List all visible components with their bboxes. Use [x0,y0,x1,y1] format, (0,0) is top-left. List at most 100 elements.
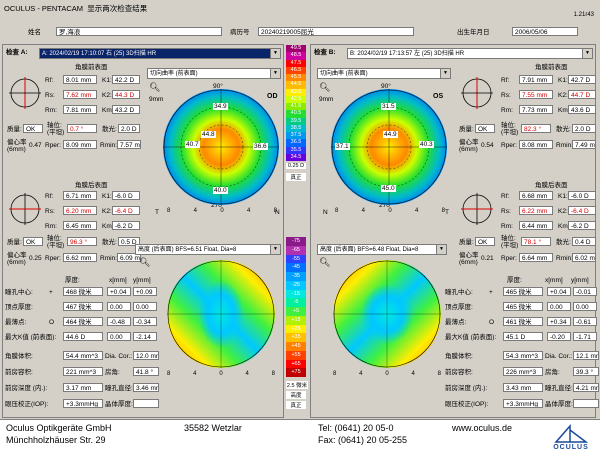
zoom-icon[interactable]: 🔍︎ [139,257,150,268]
app-title-text: OCULUS - PENTACAM [4,4,84,13]
quality-value: OK [475,124,495,133]
quality-value: OK [475,237,495,246]
front-title: 角膜前表面 [535,64,568,71]
stat-value-2: 39.3 ° [573,367,599,376]
chevron-down-icon[interactable]: ▼ [440,69,450,78]
zoom-icon[interactable]: 🔍︎ [149,82,160,93]
stat-label-2: 瞳孔直径: [105,385,133,392]
row-y: +0.09 [133,287,157,296]
k1-value: -6.0 D [112,191,140,200]
stat-value: 54.4 mm^3 [63,351,103,360]
exam-b-select[interactable]: B: 2024/02/19 17:13:57 左 (25) 3D扫描 HR ▼ [347,48,593,59]
axis-label-2: (平坦) [501,129,519,136]
stat-value: 3.43 mm [503,383,543,392]
map1-select[interactable]: 切向曲率 (前表面) ▼ [317,68,451,79]
exam-a-select[interactable]: A: 2024/02/19 17:10:07 右 (25) 3D扫描 HR ▼ [39,48,281,59]
scale-step: -75 [286,237,306,246]
stat-label: 角膜体积: [5,353,33,360]
stat-label: 角膜体积: [445,353,473,360]
scale-step: 37.5 [286,132,306,140]
exam-b-label: 检查 B: [314,49,336,56]
scale-step: +5 [286,307,306,316]
row-symbol: O [49,319,55,326]
id-field[interactable]: 20240219005屈光 [258,27,414,36]
row-y: -0.61 [573,317,597,326]
rper-label: Rper: [501,142,517,149]
row-x: +0.04 [107,287,131,296]
chevron-down-icon[interactable]: ▼ [582,49,592,58]
stat-label-2: Dia. Cor.: [545,353,573,360]
dob-field[interactable]: 2006/05/06 [512,27,578,36]
quality-label: 质量: [7,239,22,246]
rmin-value: 7.57 mm [117,140,141,149]
name-label: 姓名 [28,29,41,36]
quality-label: 质量: [459,239,474,246]
stat-value-2 [133,399,159,408]
scale-step: -15 [286,289,306,299]
map2-select[interactable]: 高度 (后表面) BFS=6.51 Float, Dia=8 ▼ [135,244,281,255]
rm-label: Rm: [501,223,513,230]
axis-value: 78.1 ° [521,237,551,246]
k2-label: K2: [558,92,568,99]
rper-value: 6.64 mm [519,253,553,262]
scale-step: -5 [286,298,306,307]
row-label: 最薄点: [5,319,27,326]
chevron-down-icon[interactable]: ▼ [270,245,280,254]
stat-value-2: 3.46 mm [133,383,159,392]
table-header-y: y[mm] [571,277,589,284]
stat-label-2: 房角: [545,369,560,376]
axis-label-2: (平坦) [47,129,65,136]
scale-step: -55 [286,254,306,264]
rs-label: Rs: [501,208,511,215]
scale-step: 43.5 [286,88,306,96]
zoom-icon[interactable]: 🔍︎ [319,82,330,93]
stat-value-2: 12.0 mm [133,351,159,360]
row-symbol: O [489,319,495,326]
back-title: 角膜后表面 [535,182,568,189]
app-title: OCULUS - PENTACAM 显示两次检查结果 [4,3,147,14]
scale-step: 36.5 [286,139,306,147]
rs-label: Rs: [45,208,55,215]
table-header-thick: 厚度: [507,277,522,284]
chevron-down-icon[interactable]: ▼ [270,69,280,78]
chevron-down-icon[interactable]: ▼ [270,49,280,58]
stat-label: 眼压校正(IOP): [5,401,49,408]
astig-axis-icon [461,193,493,225]
scale-step: -25 [286,280,306,290]
exam-a-label: 检查 A: [6,49,28,56]
stat-label-2: Dia. Cor.: [105,353,133,360]
exam-b-value: B: 2024/02/19 17:13:57 左 (25) 3D扫描 HR [350,51,465,57]
row-y: -2.14 [133,332,157,341]
quality-value: OK [23,237,43,246]
stat-value: 54.3 mm^3 [503,351,543,360]
map2-plot [333,260,441,368]
zoom-icon[interactable]: 🔍︎ [319,257,330,268]
t-label: T [445,209,449,216]
rf-value: 8.01 mm [63,75,97,84]
map2-select[interactable]: 高度 (后表面) BFS=6.48 Float, Dia=8 ▼ [317,244,447,255]
map-value: 40.7 [185,141,200,148]
rper-value: 8.08 mm [519,140,553,149]
name-field[interactable]: 罗,海浪 [56,27,222,36]
map-value: 37.1 [335,143,350,150]
chevron-down-icon[interactable]: ▼ [436,245,446,254]
stat-label-2: 房角: [105,369,120,376]
map1-select[interactable]: 切向曲率 (前表面) ▼ [147,68,281,79]
dob-label: 出生年月日 [457,29,490,36]
km-value: -6.2 D [112,221,140,230]
row-x: 0.00 [547,302,571,311]
decentered-value: 0.21 [481,255,494,262]
row-symbol: + [489,289,493,296]
rf-value: 6.71 mm [63,191,97,200]
scale-step: 47.5 [286,59,306,67]
scale-step: 46.5 [286,66,306,74]
back-surface-a: 角膜后表面 Rf: 6.71 mm K1: -6.0 D Rs: 6.20 mm… [5,181,141,271]
scale-step: 39.5 [286,117,306,125]
row-y: -0.01 [573,287,597,296]
stat-label: 前房深度 (内.): [445,385,488,392]
astig-label: 散光: [556,126,571,133]
stat-value: +3.3mmHg [503,399,543,408]
astig-axis-icon [9,193,41,225]
decentered-label-2: (6mm) [7,146,26,153]
rm-value: 6.44 mm [519,221,553,230]
